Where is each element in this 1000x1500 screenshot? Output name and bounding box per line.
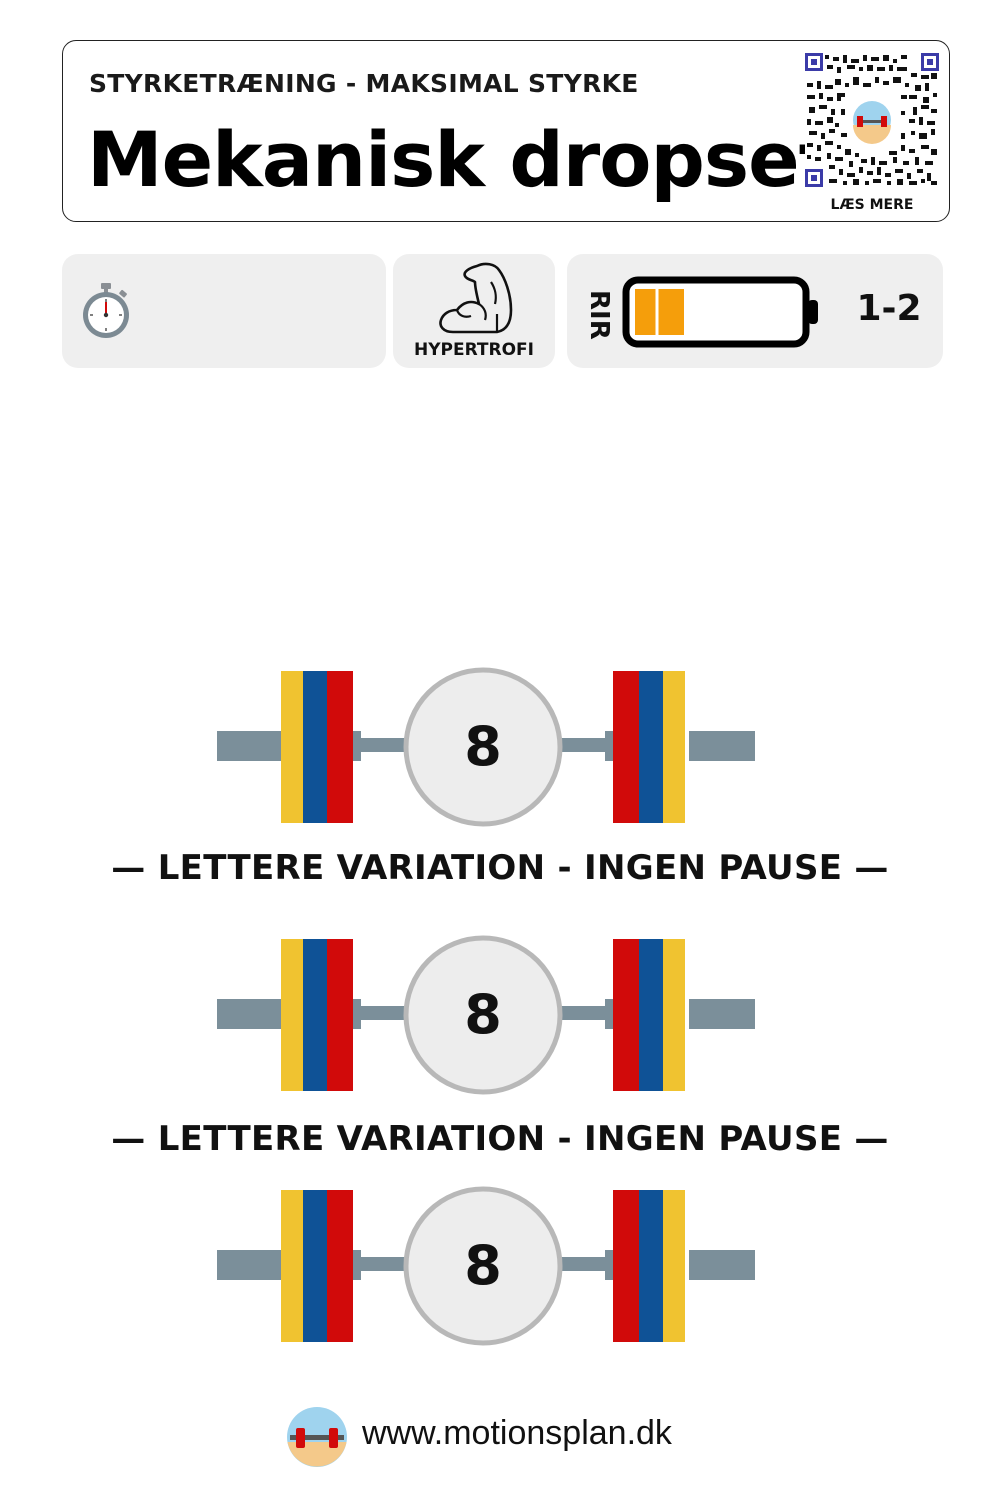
footer: www.motionsplan.dk [286, 1406, 716, 1468]
divider-lighter-variation-2: — LETTERE VARIATION - INGEN PAUSE — [111, 1119, 889, 1159]
set-1-reps: 8 [464, 715, 502, 778]
training-focus-label: HYPERTROFI [413, 340, 534, 360]
rir-label: RIR [584, 290, 614, 340]
rir-tile: RIR 1-2 [567, 254, 943, 368]
qr-read-more-label[interactable]: LÆS MERE [805, 197, 939, 213]
qr-code-icon[interactable] [805, 53, 939, 187]
flexed-arm-icon [439, 262, 513, 334]
set-1-barbell: 8 [217, 667, 757, 827]
set-3-reps: 8 [464, 1234, 502, 1297]
motionsplan-logo-icon [287, 1407, 347, 1467]
header-card: STYRKETRÆNING - MAKSIMAL STYRKE Mekanisk… [62, 40, 950, 222]
set-2-reps: 8 [464, 983, 502, 1046]
set-3-barbell: 8 [217, 1186, 757, 1346]
category-subtitle: STYRKETRÆNING - MAKSIMAL STYRKE [89, 69, 639, 98]
rir-battery-icon [622, 276, 818, 348]
training-focus-tile: HYPERTROFI [393, 254, 555, 368]
rir-battery-fill [635, 289, 684, 335]
rir-value: 1-2 [856, 288, 922, 329]
timer-tile [62, 254, 386, 368]
website-link[interactable]: www.motionsplan.dk [362, 1414, 672, 1453]
divider-lighter-variation-1: — LETTERE VARIATION - INGEN PAUSE — [111, 848, 889, 888]
exercise-title: Mekanisk dropset [87, 115, 835, 204]
set-2-barbell: 8 [217, 935, 757, 1095]
stopwatch-icon [83, 283, 129, 338]
